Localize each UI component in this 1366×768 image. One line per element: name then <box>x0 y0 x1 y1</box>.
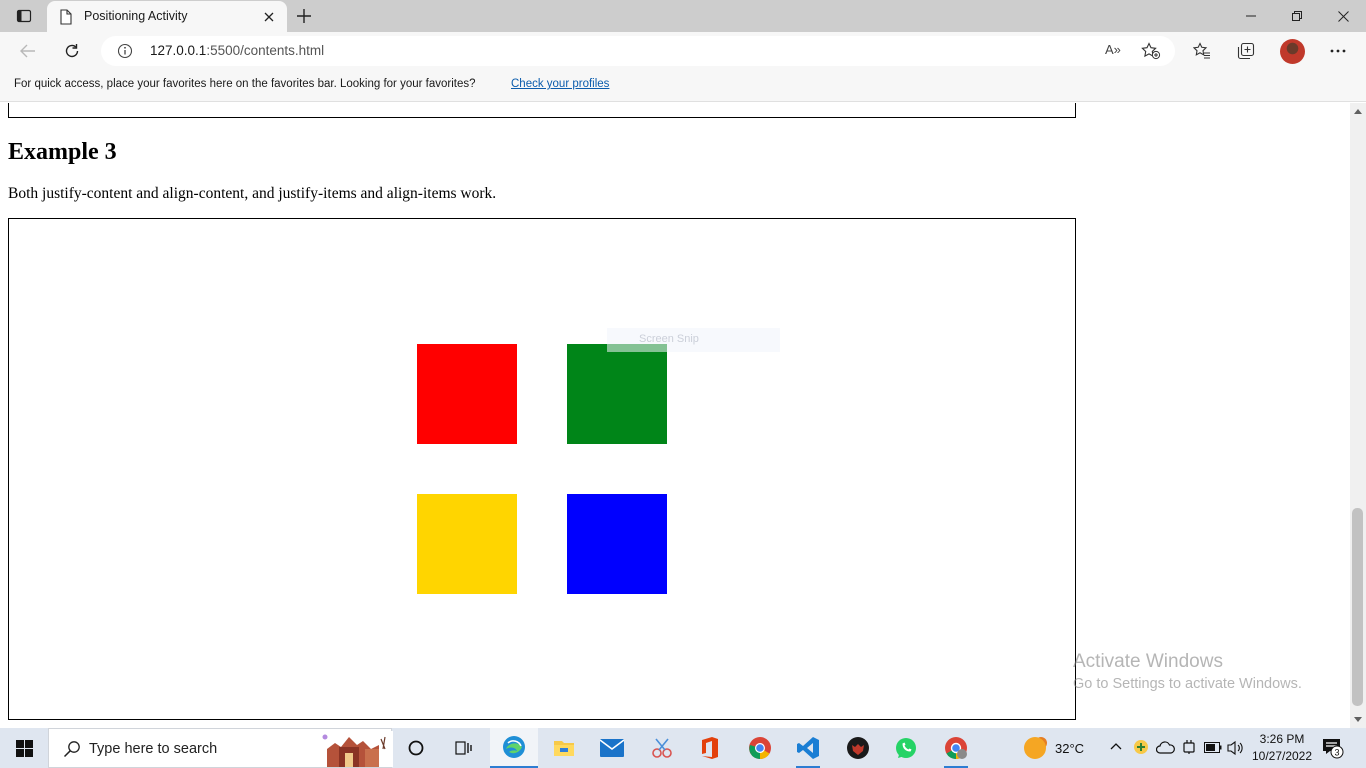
chrome-icon <box>749 737 771 759</box>
favorites-button[interactable] <box>1188 37 1216 65</box>
blue-square <box>567 494 667 594</box>
search-highlight-illustration-icon <box>317 731 393 767</box>
browser-tab[interactable]: Positioning Activity <box>47 1 287 32</box>
new-tab-button[interactable] <box>292 4 316 28</box>
more-icon <box>1330 49 1346 53</box>
volume-icon[interactable] <box>1227 740 1245 756</box>
search-placeholder: Type here to search <box>89 741 218 757</box>
snipping-tool-icon <box>652 738 672 758</box>
previous-example-container <box>8 103 1076 118</box>
cortana-icon <box>408 740 424 756</box>
notification-count: 3 <box>1334 748 1339 758</box>
example-description: Both justify-content and align-content, … <box>8 185 497 202</box>
url-host: 127.0.0.1 <box>150 43 207 58</box>
back-button[interactable] <box>14 37 42 65</box>
close-icon <box>1337 10 1349 22</box>
office-icon <box>702 737 718 759</box>
scrollbar-thumb[interactable] <box>1352 508 1363 706</box>
windows-logo-icon <box>15 739 33 757</box>
collections-button[interactable] <box>1232 37 1260 65</box>
task-view-icon <box>455 741 472 755</box>
notification-center-button[interactable]: 3 <box>1322 737 1344 764</box>
battery-icon[interactable] <box>1204 742 1222 753</box>
chrome-profile-icon <box>945 737 967 759</box>
device-icon[interactable] <box>1182 739 1196 755</box>
mail-icon <box>600 739 624 757</box>
check-profiles-link[interactable]: Check your profiles <box>511 78 609 90</box>
favorites-bar: For quick access, place your favorites h… <box>0 70 1366 102</box>
profile-avatar[interactable] <box>1280 39 1305 64</box>
read-aloud-icon[interactable]: A» <box>1105 42 1121 57</box>
windows-taskbar: Type here to search 32°C 3:26 PM 10/27/2… <box>0 728 1366 768</box>
refresh-button[interactable] <box>58 37 86 65</box>
minimize-icon <box>1246 15 1256 17</box>
tab-actions-button[interactable] <box>8 4 40 28</box>
taskbar-chrome-profile-app[interactable] <box>932 728 980 768</box>
antivirus-icon <box>847 737 869 759</box>
clock-time: 3:26 PM <box>1259 732 1305 746</box>
taskbar-search-box[interactable]: Type here to search <box>48 728 393 768</box>
start-button[interactable] <box>0 728 48 768</box>
notification-icon: 3 <box>1323 739 1344 759</box>
taskbar-office-app[interactable] <box>686 728 734 768</box>
restore-icon <box>1292 11 1302 21</box>
collections-icon <box>1237 42 1255 60</box>
close-window-button[interactable] <box>1320 0 1366 32</box>
add-favorite-icon[interactable] <box>1141 42 1161 60</box>
refresh-icon <box>65 44 79 58</box>
example-heading: Example 3 <box>8 139 117 165</box>
green-square <box>567 344 667 444</box>
task-view-button[interactable] <box>440 728 488 768</box>
tab-actions-icon <box>16 9 32 23</box>
grid-container <box>8 218 1076 720</box>
page-icon <box>60 9 72 25</box>
taskbar-chrome-app[interactable] <box>736 728 784 768</box>
onedrive-icon[interactable] <box>1156 741 1175 754</box>
taskbar-brave-app[interactable] <box>834 728 882 768</box>
vscode-icon <box>797 737 819 759</box>
address-bar[interactable]: 127.0.0.1:5500/contents.html A» <box>101 36 1175 66</box>
screen-snip-overlay: Screen Snip <box>607 328 780 352</box>
browser-toolbar: 127.0.0.1:5500/contents.html A» <box>0 32 1366 70</box>
yellow-square <box>417 494 517 594</box>
url-path: :5500/contents.html <box>206 43 325 58</box>
weather-temperature: 32°C <box>1055 740 1085 756</box>
plus-icon <box>297 9 311 23</box>
taskbar-file-explorer-app[interactable] <box>540 728 588 768</box>
taskbar-whatsapp-app[interactable] <box>882 728 930 768</box>
tab-close-icon[interactable] <box>261 9 277 25</box>
taskbar-vscode-app[interactable] <box>784 728 832 768</box>
title-bar: Positioning Activity <box>0 0 1366 32</box>
scroll-up-arrow-icon[interactable] <box>1354 109 1362 114</box>
taskbar-clock[interactable]: 3:26 PM 10/27/2022 <box>1250 731 1314 765</box>
activate-windows-title: Activate Windows <box>1073 651 1223 672</box>
favorites-bar-message: For quick access, place your favorites h… <box>14 78 476 90</box>
cortana-button[interactable] <box>392 728 440 768</box>
site-info-icon[interactable] <box>117 43 133 59</box>
favorites-icon <box>1193 42 1210 59</box>
red-square <box>417 344 517 444</box>
file-explorer-icon <box>554 741 574 756</box>
weather-widget[interactable]: 32°C <box>1024 728 1084 768</box>
weather-sun-icon <box>1024 737 1046 759</box>
activate-windows-subtitle: Go to Settings to activate Windows. <box>1073 676 1302 692</box>
scroll-down-arrow-icon[interactable] <box>1354 717 1362 722</box>
taskbar-mail-app[interactable] <box>588 728 636 768</box>
taskbar-snipping-tool-app[interactable] <box>638 728 686 768</box>
settings-more-button[interactable] <box>1324 37 1352 65</box>
whatsapp-icon <box>896 738 916 758</box>
page-viewport: Example 3 Both justify-content and align… <box>0 103 1350 728</box>
search-icon <box>63 741 80 758</box>
network-status-icon[interactable] <box>1133 739 1149 755</box>
vertical-scrollbar[interactable] <box>1350 103 1366 728</box>
taskbar-edge-app[interactable] <box>490 728 538 768</box>
clock-date: 10/27/2022 <box>1251 749 1313 763</box>
back-arrow-icon <box>20 44 35 58</box>
edge-icon <box>503 736 525 758</box>
show-hidden-icons-chevron-icon[interactable] <box>1110 742 1122 750</box>
minimize-button[interactable] <box>1228 0 1274 32</box>
restore-button[interactable] <box>1274 0 1320 32</box>
tab-title: Positioning Activity <box>84 9 188 23</box>
url-text[interactable]: 127.0.0.1:5500/contents.html <box>150 43 324 58</box>
